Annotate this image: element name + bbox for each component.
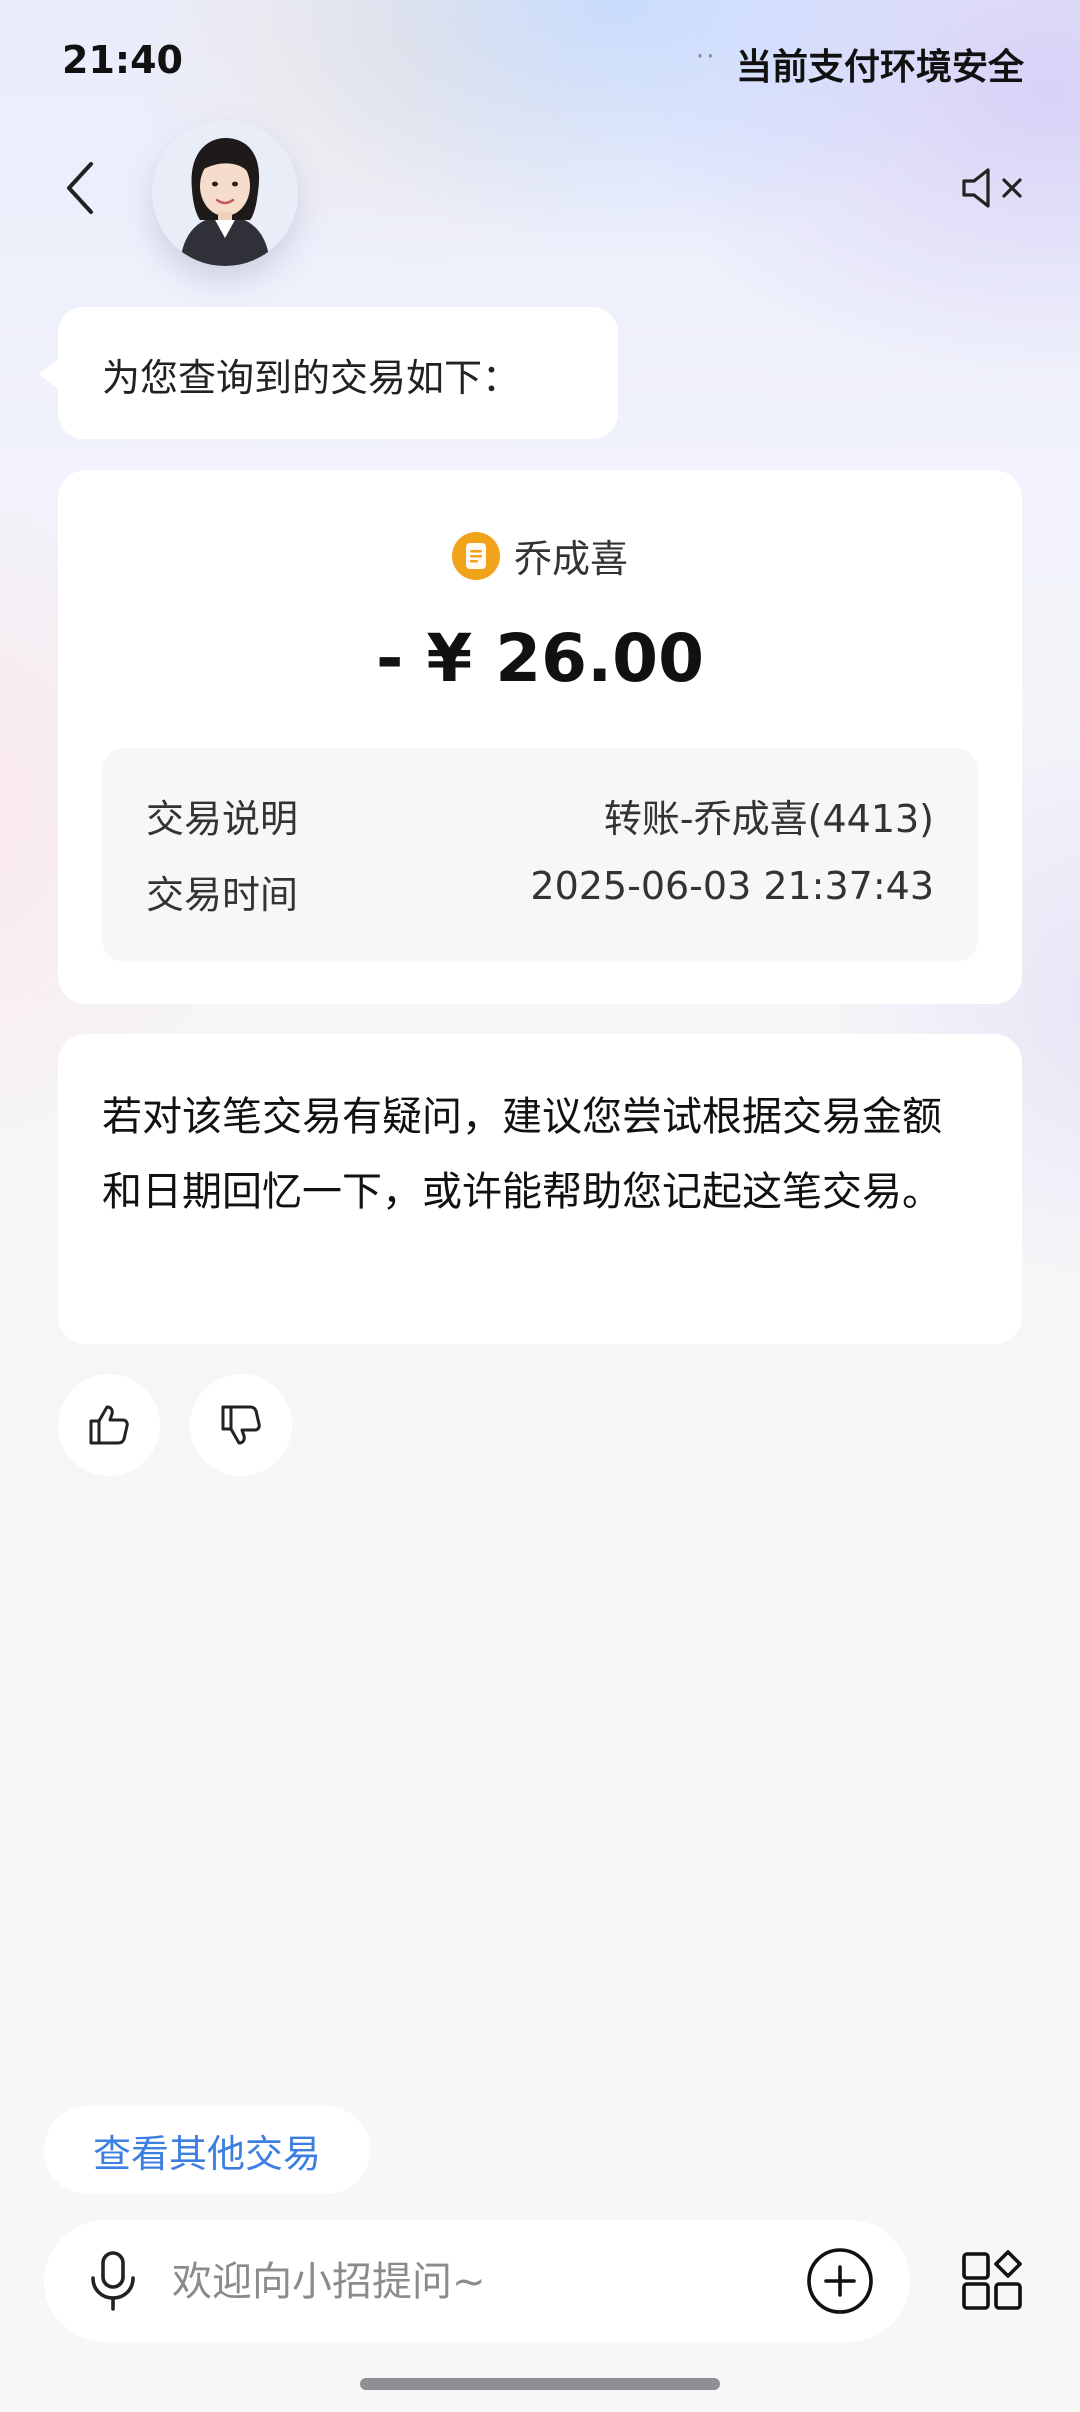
plus-circle-icon xyxy=(807,2248,873,2314)
microphone-icon xyxy=(91,2251,135,2311)
assistant-message: 为您查询到的交易如下： xyxy=(58,307,618,439)
like-button[interactable] xyxy=(58,1374,160,1476)
detail-label: 交易说明 xyxy=(146,797,299,841)
dislike-button[interactable] xyxy=(190,1374,292,1476)
assistant-message-text: 为您查询到的交易如下： xyxy=(102,356,521,400)
home-indicator[interactable] xyxy=(360,2378,720,2390)
document-icon xyxy=(451,531,500,580)
advice-message: 若对该笔交易有疑问，建议您尝试根据交易金额和日期回忆一下，或许能帮助您记起这笔交… xyxy=(58,1034,1022,1344)
transaction-details: 交易说明 转账-乔成喜(4413) 交易时间 2025-06-03 21:37:… xyxy=(102,748,978,962)
input-bar xyxy=(44,2220,910,2344)
transaction-amount: - ¥ 26.00 xyxy=(375,620,705,697)
avatar-illustration xyxy=(152,120,298,266)
detail-value: 2025-06-03 21:37:43 xyxy=(530,864,934,908)
status-time: 21:40 xyxy=(62,38,183,82)
advice-text: 若对该笔交易有疑问，建议您尝试根据交易金额和日期回忆一下，或许能帮助您记起这笔交… xyxy=(102,1094,942,1215)
speaker-muted-icon xyxy=(962,168,1022,208)
detail-row-time: 交易时间 2025-06-03 21:37:43 xyxy=(146,864,934,919)
back-button[interactable] xyxy=(52,152,108,224)
mute-button[interactable] xyxy=(952,158,1038,218)
apps-grid-icon xyxy=(962,2250,1022,2310)
question-input[interactable] xyxy=(170,2220,694,2344)
voice-input-button[interactable] xyxy=(80,2248,146,2314)
apps-button[interactable] xyxy=(956,2246,1028,2318)
detail-value: 转账-乔成喜(4413) xyxy=(603,797,934,841)
chevron-left-icon xyxy=(67,162,93,214)
view-other-transactions-chip[interactable]: 查看其他交易 xyxy=(44,2106,370,2194)
detail-label: 交易时间 xyxy=(146,873,299,917)
payee-name: 乔成喜 xyxy=(513,537,628,581)
bubble-tail xyxy=(38,358,60,390)
add-button[interactable] xyxy=(806,2247,874,2315)
transaction-card[interactable]: 乔成喜 - ¥ 26.00 交易说明 转账-乔成喜(4413) 交易时间 202… xyxy=(58,470,1022,1004)
thumbs-up-icon xyxy=(89,1405,129,1445)
status-bar: 21:40 ·· 当前支付环境安全 xyxy=(0,0,1080,130)
payee-row: 乔成喜 xyxy=(58,528,1022,583)
payment-safety-status: 当前支付环境安全 xyxy=(735,47,1024,88)
thumbs-down-icon xyxy=(221,1405,261,1445)
status-dots: ·· xyxy=(696,42,717,72)
assistant-avatar[interactable] xyxy=(152,120,298,266)
detail-row-description: 交易说明 转账-乔成喜(4413) xyxy=(146,788,934,843)
